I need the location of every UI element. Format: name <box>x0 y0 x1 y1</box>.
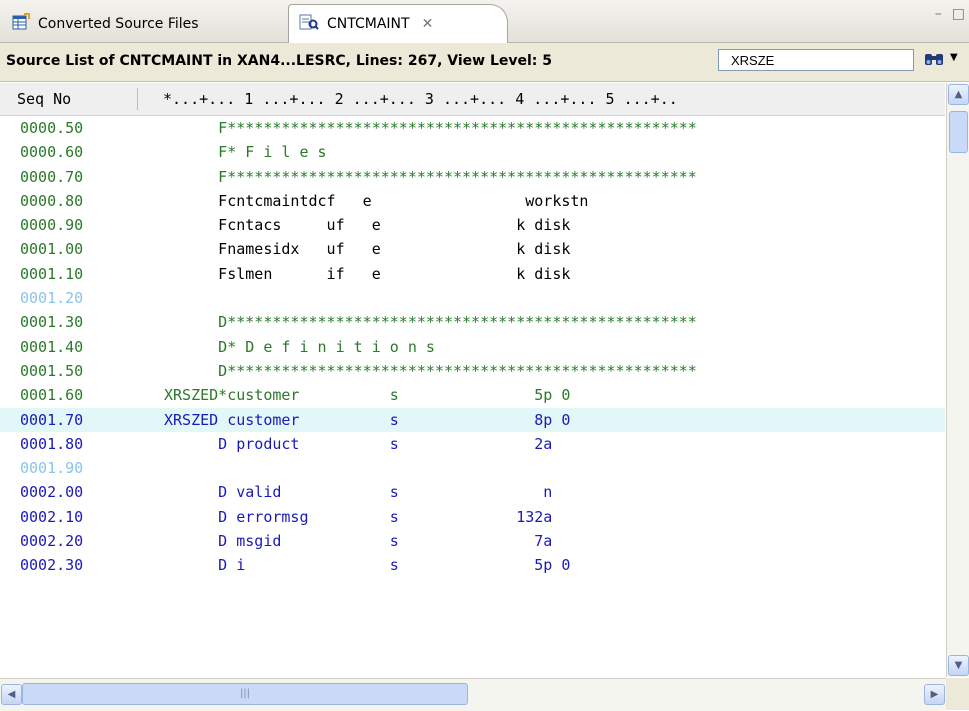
source-code: F***************************************… <box>164 119 697 137</box>
scroll-down-icon[interactable]: ▼ <box>948 655 969 676</box>
source-line[interactable]: 0001.40 D* D e f i n i t i o n s <box>0 335 945 359</box>
source-line[interactable]: 0000.60 F* F i l e s <box>0 140 945 164</box>
source-line[interactable]: 0000.70 F*******************************… <box>0 165 945 189</box>
sequence-number: 0001.20 <box>20 289 84 308</box>
chevron-down-icon[interactable]: ▼ <box>950 52 958 63</box>
binoculars-icon[interactable] <box>924 51 944 71</box>
source-lines[interactable]: 0000.50 F*******************************… <box>0 116 945 677</box>
sequence-number: 0001.40 <box>20 337 84 356</box>
sequence-number: 0000.50 <box>20 119 84 137</box>
horizontal-scrollbar[interactable]: ◀ ||| ▶ <box>0 678 946 711</box>
sequence-number: 0001.90 <box>20 459 84 478</box>
source-line[interactable]: 0001.70 XRSZED customer s 8p 0 <box>0 407 945 432</box>
source-line[interactable]: 0000.80 Fcntcmaintdcf e workstn <box>0 189 945 213</box>
source-line[interactable]: 0000.50 F*******************************… <box>0 116 945 140</box>
source-code: D* D e f i n i t i o n s <box>164 337 435 356</box>
sequence-number: 0001.80 <box>20 434 84 453</box>
scroll-up-icon[interactable]: ▲ <box>948 84 969 105</box>
source-line[interactable]: 0000.90 Fcntacs uf e k disk <box>0 213 945 237</box>
source-code: D valid s n <box>164 483 553 502</box>
source-line[interactable]: 0002.30 D i s 5p 0 <box>0 553 945 577</box>
source-line[interactable]: 0001.50 D*******************************… <box>0 359 945 383</box>
sequence-number: 0002.20 <box>20 532 84 551</box>
source-line[interactable]: 0001.80 D product s 2a <box>0 432 945 456</box>
sequence-number: 0002.10 <box>20 507 84 526</box>
vertical-scroll-thumb[interactable] <box>949 111 968 153</box>
source-line[interactable]: 0001.20 <box>0 286 945 310</box>
source-code: Fcntcmaintdcf e workstn <box>164 191 589 210</box>
source-code: Fcntacs uf e k disk <box>164 216 571 235</box>
sequence-number: 0001.00 <box>20 240 84 259</box>
view-controls: – □ <box>935 6 965 22</box>
source-code: D i s 5p 0 <box>164 556 571 575</box>
source-line[interactable]: 0001.60 XRSZED*customer s 5p 0 <box>0 383 945 407</box>
sequence-number: 0002.00 <box>20 483 84 502</box>
source-code: XRSZED*customer s 5p 0 <box>164 386 571 405</box>
source-file-icon <box>299 13 319 35</box>
source-line[interactable]: 0001.00 Fnamesidx uf e k disk <box>0 237 945 261</box>
sequence-number: 0001.70 <box>20 410 84 429</box>
table-icon <box>12 13 30 35</box>
sequence-number: 0001.30 <box>20 313 84 332</box>
source-line[interactable]: 0002.20 D msgid s 7a <box>0 529 945 553</box>
scroll-left-icon[interactable]: ◀ <box>1 684 22 705</box>
sequence-number: 0001.60 <box>20 386 84 405</box>
minimize-icon[interactable]: – <box>935 6 942 22</box>
search-input[interactable] <box>718 49 914 71</box>
close-icon[interactable]: ✕ <box>422 16 434 32</box>
editor-tab-bar: Converted Source Files CNTCMAINT ✕ – □ <box>0 0 969 43</box>
source-line[interactable]: 0001.90 <box>0 456 945 480</box>
horizontal-scroll-thumb[interactable]: ||| <box>22 683 468 705</box>
source-line[interactable]: 0002.00 D valid s n <box>0 480 945 504</box>
source-line[interactable]: 0001.10 Fslmen if e k disk <box>0 262 945 286</box>
source-line[interactable]: 0001.30 D*******************************… <box>0 310 945 334</box>
source-line[interactable]: 0002.10 D errormsg s 132a <box>0 505 945 529</box>
sequence-number: 0000.60 <box>20 143 84 162</box>
source-code: D msgid s 7a <box>164 532 553 551</box>
source-code: Fnamesidx uf e k disk <box>164 240 571 259</box>
source-header: Source List of CNTCMAINT in XAN4...LESRC… <box>0 43 969 82</box>
source-code: D errormsg s 132a <box>164 507 553 526</box>
sequence-number: 0001.10 <box>20 264 84 283</box>
source-code: D***************************************… <box>164 313 697 332</box>
source-code: Fslmen if e k disk <box>164 264 571 283</box>
sequence-number: 0002.30 <box>20 556 84 575</box>
tab-cntcmaint[interactable]: CNTCMAINT ✕ <box>288 4 508 43</box>
tab-label: CNTCMAINT <box>327 16 410 32</box>
sequence-number: 0000.80 <box>20 191 84 210</box>
seq-no-header: Seq No <box>17 90 72 108</box>
maximize-icon[interactable]: □ <box>952 6 965 22</box>
ruler-columns: *...+... 1 ...+... 2 ...+... 3 ...+... 4… <box>163 90 678 108</box>
tab-converted-source-files[interactable]: Converted Source Files <box>0 6 286 42</box>
sequence-number: 0000.70 <box>20 167 84 186</box>
tab-label: Converted Source Files <box>38 16 199 32</box>
source-code: F***************************************… <box>164 167 697 186</box>
source-code: F* F i l e s <box>164 143 327 162</box>
source-list-title: Source List of CNTCMAINT in XAN4...LESRC… <box>6 53 553 69</box>
column-ruler: Seq No *...+... 1 ...+... 2 ...+... 3 ..… <box>0 83 945 116</box>
source-code: D product s 2a <box>164 434 553 453</box>
vertical-scrollbar[interactable]: ▲ ▼ <box>946 83 969 677</box>
sequence-number: 0000.90 <box>20 216 84 235</box>
scroll-right-icon[interactable]: ▶ <box>924 684 945 705</box>
source-code: XRSZED customer s 8p 0 <box>164 410 571 429</box>
source-code: D***************************************… <box>164 361 697 380</box>
ruler-divider <box>137 88 138 110</box>
sequence-number: 0001.50 <box>20 361 84 380</box>
scrollbar-corner <box>946 678 969 710</box>
